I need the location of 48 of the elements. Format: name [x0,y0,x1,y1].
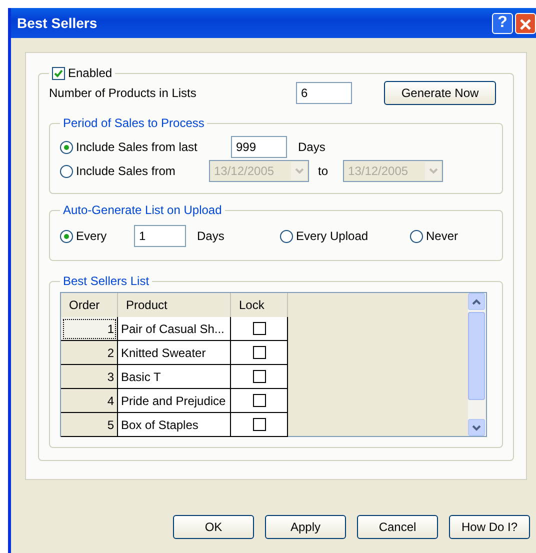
dialog-button[interactable]: How Do I? [449,515,530,539]
table-cell: Basic T [118,365,231,389]
radio-button[interactable] [60,140,73,154]
table-cell: Pair of Casual Sh... [118,317,231,341]
radio-label: Every Upload [296,228,368,245]
scroll-up-icon[interactable] [468,293,485,310]
to-label: to [318,163,328,180]
radio-button[interactable] [280,230,293,242]
table-cell: 5 [61,413,118,437]
window-title: Best Sellers [17,14,98,32]
field-label: Number of Products in Lists [49,85,198,102]
radio-button[interactable] [60,230,73,242]
radio-label: Include Sales from [76,163,176,180]
unit-label: Days [298,139,326,156]
scroll-down-icon[interactable] [468,419,485,436]
table-cell: Box of Staples [118,413,231,437]
radio-button[interactable] [410,230,423,242]
checkbox[interactable] [252,346,266,359]
help-button[interactable]: ? [492,12,513,34]
input-field[interactable]: 6 [296,82,352,104]
table-cell: 4 [61,389,118,413]
checkbox[interactable] [252,394,266,407]
radio-label: Every [76,228,108,245]
checkbox[interactable] [52,66,65,80]
dialog-button[interactable]: Cancel [357,515,438,539]
checkbox[interactable] [252,418,266,431]
group-title: Best Sellers List [62,273,150,289]
group-title: Auto-Generate List on Upload [62,202,223,218]
scrollbar[interactable] [468,293,486,436]
table-cell: 2 [61,341,118,365]
input-field[interactable]: 1 [134,225,186,247]
dialog-button[interactable]: Apply [265,515,346,539]
checkbox-label: Enabled [68,65,112,81]
input-field[interactable]: 999 [231,136,287,158]
radio-label: Never [426,228,458,245]
table-cell: Knitted Sweater [118,341,231,365]
group-title: Period of Sales to Process [62,115,206,131]
table-cell: 1 [61,317,118,341]
table-cell: Pride and Prejudice [118,389,231,413]
radio-button[interactable] [60,164,73,178]
checkbox[interactable] [252,322,266,335]
checkbox[interactable] [252,370,266,383]
radio-label: Include Sales from last [76,139,198,156]
table-cell: 3 [61,365,118,389]
unit-label: Days [197,228,224,245]
scrollbar-thumb[interactable] [468,312,485,400]
dialog-button[interactable]: OK [173,515,254,539]
generate-now-button[interactable]: Generate Now [384,81,496,105]
